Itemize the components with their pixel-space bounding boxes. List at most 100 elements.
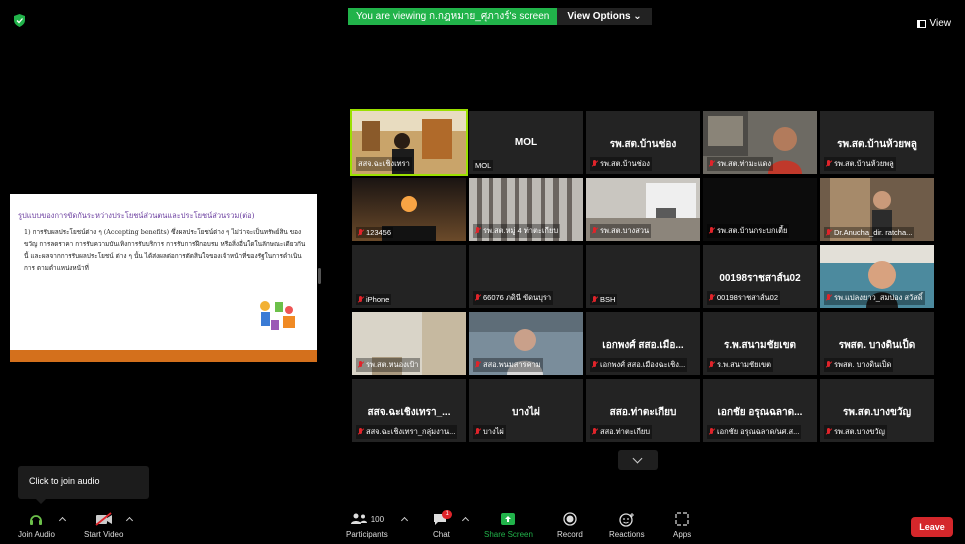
participant-name-text: สสจ.ฉะเชิงเทรา <box>358 159 410 168</box>
gallery-next-page-button[interactable] <box>618 450 658 470</box>
participant-name-text: 66076 ภดินี ขัดนบุรา <box>483 293 552 302</box>
participant-tile[interactable]: รพ.แปลงยาว_สมปอง สวัสดิ์ <box>820 245 934 308</box>
muted-mic-icon <box>709 428 714 436</box>
layout-grid-icon <box>916 19 926 28</box>
participants-button[interactable]: 100 Participants <box>346 510 388 539</box>
shared-screen-slide: รูปแบบของการขัดกันระหว่างประโยชน์ส่วนตนแ… <box>10 194 317 362</box>
participant-name-label: สสจ.ฉะเชิงเทรา <box>356 157 412 171</box>
video-off-icon <box>95 512 112 526</box>
viewing-text: You are viewing ก.กฎหมาย_ศุภางร์'s scree… <box>348 8 558 25</box>
participant-tile[interactable]: 66076 ภดินี ขัดนบุรา <box>469 245 583 308</box>
share-screen-button[interactable]: Share Screen <box>484 510 533 539</box>
start-video-button[interactable]: Start Video <box>84 510 123 539</box>
apps-button[interactable]: Apps <box>673 510 691 539</box>
participant-name-text: รพ.สต.บางขวัญ <box>834 427 885 436</box>
video-options-caret[interactable] <box>125 516 134 525</box>
participant-display-name: MOL <box>514 137 538 148</box>
reactions-button[interactable]: Reactions <box>609 510 645 539</box>
muted-mic-icon <box>592 227 597 235</box>
participant-name-text: รพ.สต.ท่ามะแดง <box>717 159 772 168</box>
participant-name-label: รพ.แปลงยาว_สมปอง สวัสดิ์ <box>824 291 925 305</box>
participant-name-text: BSH <box>600 295 616 304</box>
participant-name-text: สสจ.ฉะเชิงเทรา_กลุ่มงาน... <box>366 427 456 436</box>
participant-name-label: รพ.สต.บางขวัญ <box>824 425 887 439</box>
join-audio-label: Join Audio <box>18 530 55 539</box>
leave-button[interactable]: Leave <box>911 517 953 537</box>
join-audio-button[interactable]: Join Audio <box>18 510 55 539</box>
participant-display-name: บางไผ่ <box>512 407 540 418</box>
participant-display-name: รพสต. บางดินเป็ด <box>838 340 916 351</box>
participant-tile[interactable]: 00198ราชสาส์น02 00198ราชสาส์น02 <box>703 245 817 308</box>
participant-tile[interactable]: บางไผ่ บางไผ่ <box>469 379 583 442</box>
muted-mic-icon <box>475 361 480 369</box>
viewing-banner: You are viewing ก.กฎหมาย_ศุภางร์'s scree… <box>348 8 652 25</box>
participant-tile[interactable]: รพ.สต.บางขวัญ รพ.สต.บางขวัญ <box>820 379 934 442</box>
participant-tile[interactable]: MOL MOL <box>469 111 583 174</box>
participant-tile[interactable]: สสอ.พนมสารคาม <box>469 312 583 375</box>
participants-count: 100 <box>370 514 385 524</box>
participant-name-text: รพ.สต.หมู่ 4 ท่าตะเกียบ <box>483 226 559 235</box>
participant-name-label: บางไผ่ <box>473 425 506 439</box>
participant-tile[interactable]: iPhone <box>352 245 466 308</box>
muted-mic-icon <box>592 361 597 369</box>
participant-tile[interactable]: รพ.สต.บ้านกระบกเตี้ย <box>703 178 817 241</box>
participant-tile[interactable]: BSH <box>586 245 700 308</box>
participant-name-text: รพ.แปลงยาว_สมปอง สวัสดิ์ <box>834 293 923 302</box>
participant-name-label: ร.พ.สนามชัยเขต <box>707 358 774 372</box>
record-icon <box>563 512 577 526</box>
chat-options-caret[interactable] <box>461 516 470 525</box>
participant-tile[interactable]: รพ.สต.หมู่ 4 ท่าตะเกียบ <box>469 178 583 241</box>
participant-name-text: MOL <box>475 161 492 170</box>
record-label: Record <box>557 530 583 539</box>
participant-name-label: Dr.Anucha_dir. ratcha... <box>824 227 915 238</box>
muted-mic-icon <box>709 227 714 235</box>
muted-mic-icon <box>358 361 363 369</box>
participant-tile[interactable]: รพ.สต.บ้านช่อง รพ.สต.บ้านช่อง <box>586 111 700 174</box>
participants-icon <box>350 513 367 524</box>
record-button[interactable]: Record <box>557 510 583 539</box>
muted-mic-icon <box>709 294 714 302</box>
participant-name-label: เอกชัย อรุณฉลาด/นศ.ส... <box>707 425 802 439</box>
participant-tile[interactable]: สสจ.ฉะเชิงเทรา <box>350 109 468 176</box>
participant-name-label: รพ.สต.บ้านห้วยพลู <box>824 157 896 171</box>
participant-display-name: 00198ราชสาส์น02 <box>719 273 801 284</box>
muted-mic-icon <box>826 294 831 302</box>
participant-tile[interactable]: Dr.Anucha_dir. ratcha... <box>820 178 934 241</box>
participant-name-label: iPhone <box>356 294 392 305</box>
participant-tile[interactable]: รพสต. บางดินเป็ด รพสต. บางดินเป็ด <box>820 312 934 375</box>
participant-display-name: สสอ.ท่าตะเกียบ <box>609 407 677 418</box>
reactions-icon <box>619 512 634 527</box>
muted-mic-icon <box>358 228 363 237</box>
participant-name-text: 123456 <box>366 228 392 237</box>
participant-tile[interactable]: รพ.สต.หนองเป้า <box>352 312 466 375</box>
view-options-button[interactable]: View Options ⌄ <box>557 8 652 25</box>
participant-tile[interactable]: 123456 <box>352 178 466 241</box>
muted-mic-icon <box>826 361 831 369</box>
chat-button[interactable]: 1 Chat <box>433 510 452 539</box>
participant-tile[interactable]: สสจ.ฉะเชิงเทรา_... สสจ.ฉะเชิงเทรา_กลุ่มงา… <box>352 379 466 442</box>
participant-tile[interactable]: รพ.สต.บ้านห้วยพลู รพ.สต.บ้านห้วยพลู <box>820 111 934 174</box>
participant-name-label: เอกพงศ์ สสอ.เมืองฉะเชิง... <box>590 358 688 372</box>
participant-name-text: รพ.สต.หนองเป้า <box>366 360 419 369</box>
view-layout-button[interactable]: View <box>916 18 951 29</box>
participant-name-label: 00198ราชสาส์น02 <box>707 291 781 305</box>
participant-tile[interactable]: เอกชัย อรุณฉลาด... เอกชัย อรุณฉลาด/นศ.ส..… <box>703 379 817 442</box>
participant-tile[interactable]: รพ.สต.ท่ามะแดง <box>703 111 817 174</box>
muted-mic-icon <box>709 361 714 369</box>
participant-tile[interactable]: รพ.สต.บางสวน <box>586 178 700 241</box>
muted-mic-icon <box>826 228 831 237</box>
participants-options-caret[interactable] <box>400 516 409 525</box>
split-divider-handle[interactable] <box>318 268 321 284</box>
participant-tile[interactable]: สสอ.ท่าตะเกียบ สสอ.ท่าตะเกียบ <box>586 379 700 442</box>
participant-name-label: BSH <box>590 294 618 305</box>
participant-tile[interactable]: เอกพงศ์ สสอ.เมือ... เอกพงศ์ สสอ.เมืองฉะเช… <box>586 312 700 375</box>
participant-display-name: รพ.สต.บ้านห้วยพลู <box>837 139 917 150</box>
participant-name-label: รพสต. บางดินเป็ด <box>824 358 894 372</box>
participant-tile[interactable]: ร.พ.สนามชัยเขต ร.พ.สนามชัยเขต <box>703 312 817 375</box>
participant-name-text: รพ.สต.บางสวน <box>600 226 650 235</box>
chat-unread-badge: 1 <box>442 510 452 519</box>
muted-mic-icon <box>592 160 597 168</box>
chat-label: Chat <box>433 530 450 539</box>
participant-name-label: สสอ.พนมสารคาม <box>473 358 543 372</box>
audio-options-caret[interactable] <box>58 516 67 525</box>
